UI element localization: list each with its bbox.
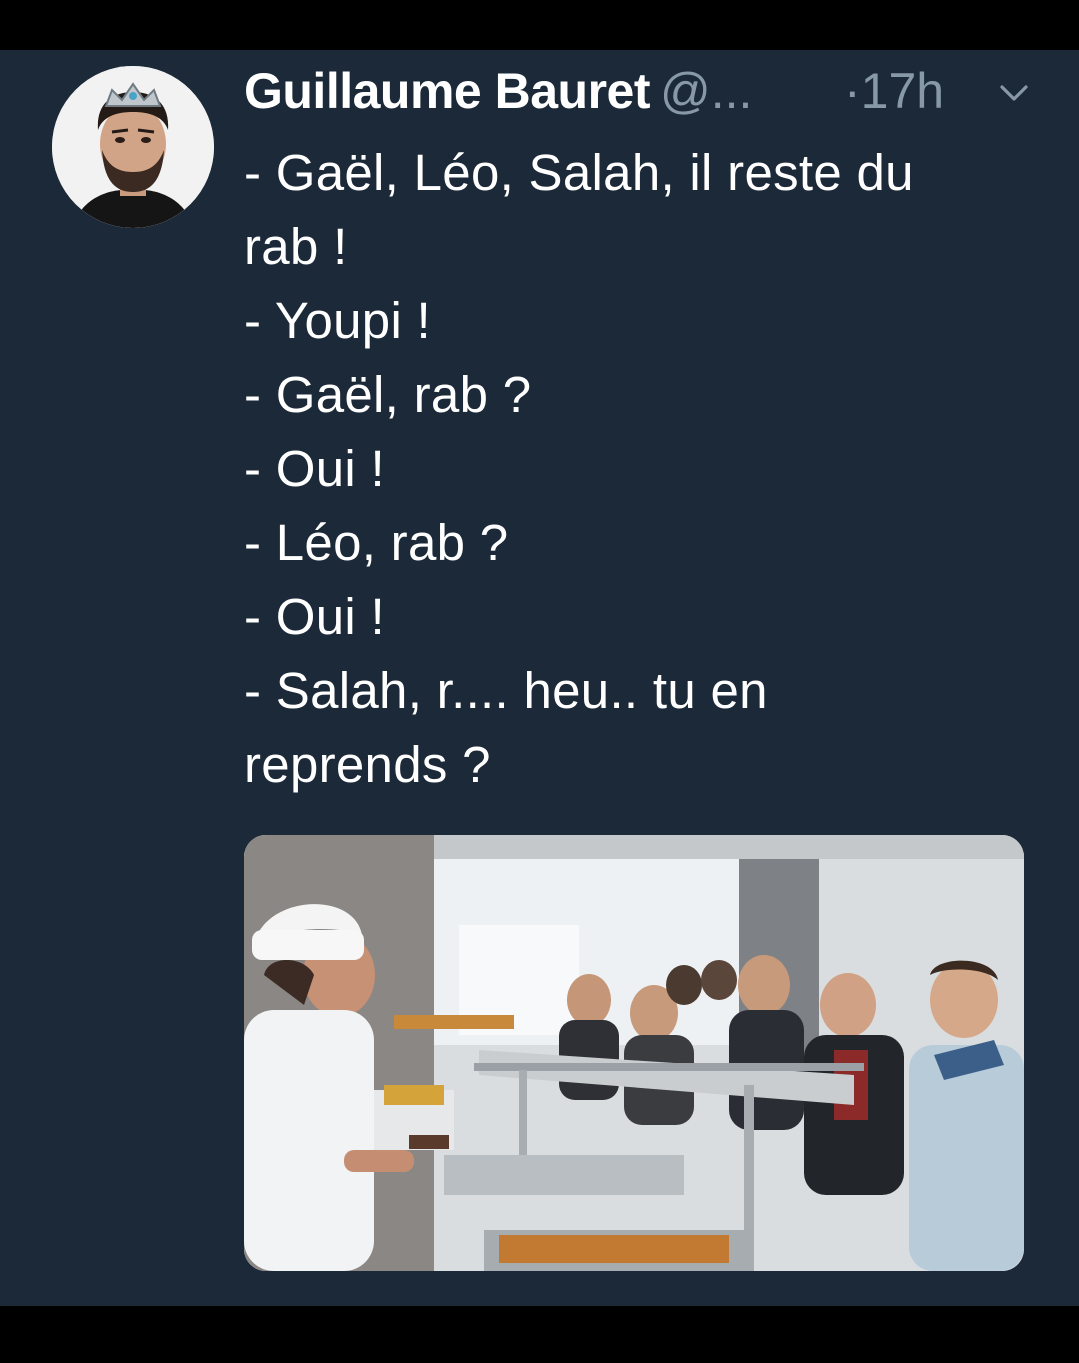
tweet-text-line: - Salah, r.... heu.. tu en	[244, 662, 768, 719]
tweet-timestamp[interactable]: ·17h	[844, 62, 944, 120]
tweet-text-line: - Léo, rab ?	[244, 514, 509, 571]
author-handle[interactable]: @...	[660, 63, 752, 119]
tweet-media-image[interactable]	[244, 835, 1024, 1271]
tweet-text: - Gaël, Léo, Salah, il reste du rab ! - …	[244, 136, 1044, 802]
tweet-text-line: - Gaël, rab ?	[244, 366, 532, 423]
tweet-text-line: rab !	[244, 218, 348, 275]
avatar[interactable]	[52, 66, 214, 228]
cafeteria-photo	[244, 835, 1024, 1271]
tweet-text-line: - Oui !	[244, 588, 385, 645]
tweet-text-line: - Youpi !	[244, 292, 432, 349]
tweet-text-line: - Oui !	[244, 440, 385, 497]
chevron-down-icon[interactable]	[996, 80, 1032, 106]
tweet-header: Guillaume Bauret @... ·17h	[244, 62, 1044, 120]
tweet-text-line: - Gaël, Léo, Salah, il reste du	[244, 144, 914, 201]
status-bar-area	[0, 0, 1079, 50]
user-avatar-photo	[52, 66, 214, 228]
navigation-bar-area	[0, 1306, 1079, 1363]
tweet-card[interactable]: Guillaume Bauret @... ·17h - Gaël, Léo, S…	[0, 50, 1079, 1306]
tweet-text-line: reprends ?	[244, 736, 491, 793]
author-name[interactable]: Guillaume Bauret	[244, 63, 651, 119]
